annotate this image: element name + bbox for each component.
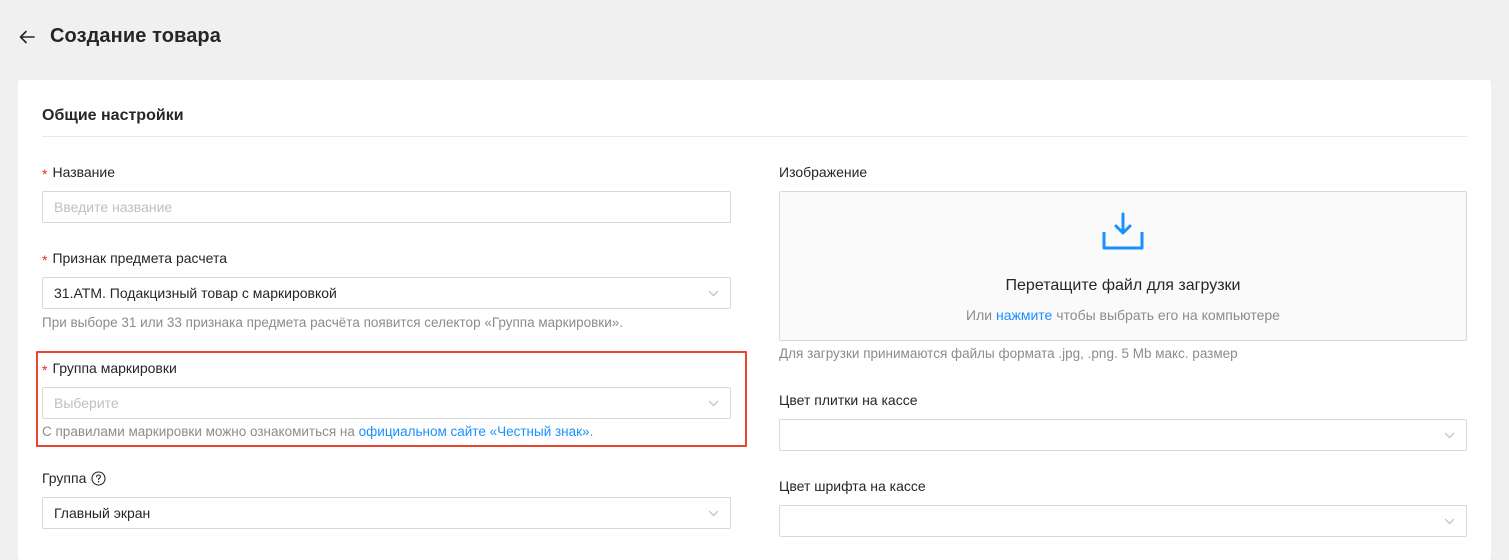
upload-title: Перетащите файл для загрузки: [1005, 277, 1241, 294]
name-label-text: Название: [52, 164, 116, 180]
chevron-down-icon: [707, 507, 719, 519]
image-upload-dropzone[interactable]: Перетащите файл для загрузки Или нажмите…: [779, 191, 1467, 341]
marking-group-label-text: Группа маркировки: [52, 360, 177, 376]
payment-subject-label: * Признак предмета расчета: [42, 250, 228, 268]
image-label: Изображение: [779, 164, 868, 180]
upload-subtitle: Или нажмите чтобы выбрать его на компьют…: [780, 307, 1466, 323]
font-color-select[interactable]: [779, 505, 1467, 537]
group-label: Группа: [42, 470, 106, 486]
marking-group-select[interactable]: Выберите: [42, 387, 731, 419]
arrow-left-icon: [19, 30, 35, 44]
name-label: * Название: [42, 164, 116, 182]
required-marker: *: [42, 166, 48, 182]
payment-subject-label-text: Признак предмета расчета: [52, 250, 228, 266]
group-select[interactable]: Главный экран: [42, 497, 731, 529]
section-title: Общие настройки: [42, 107, 184, 124]
payment-subject-select[interactable]: 31.ATM. Подакцизный товар с маркировкой: [42, 277, 731, 309]
marking-group-label: * Группа маркировки: [42, 360, 177, 378]
marking-group-hint-prefix: С правилами маркировки можно ознакомитьс…: [42, 424, 359, 439]
chestny-znak-link[interactable]: официальном сайте «Честный знак»: [359, 424, 590, 439]
name-input[interactable]: [42, 191, 731, 223]
settings-card: Общие настройки * Название * Признак пре…: [18, 80, 1491, 560]
question-circle-icon[interactable]: [91, 470, 106, 486]
download-tray-icon: [1102, 212, 1144, 250]
payment-subject-value: 31.ATM. Подакцизный товар с маркировкой: [54, 285, 337, 301]
chevron-down-icon: [707, 287, 719, 299]
page-title: Создание товара: [50, 25, 221, 47]
image-hint: Для загрузки принимаются файлы формата .…: [779, 346, 1238, 361]
marking-group-placeholder: Выберите: [54, 395, 119, 411]
payment-subject-hint: При выборе 31 или 33 признака предмета р…: [42, 315, 624, 330]
group-label-text: Группа: [42, 470, 87, 486]
marking-group-hint-suffix: .: [589, 424, 594, 439]
chevron-down-icon: [1443, 515, 1455, 527]
required-marker: *: [42, 252, 48, 268]
font-color-label: Цвет шрифта на кассе: [779, 478, 926, 494]
chevron-down-icon: [1443, 429, 1455, 441]
section-divider: [42, 136, 1467, 137]
group-value: Главный экран: [54, 505, 151, 521]
required-marker: *: [42, 362, 48, 378]
upload-sub-prefix: Или: [966, 307, 996, 323]
upload-click-link[interactable]: нажмите: [996, 307, 1052, 323]
tile-color-label: Цвет плитки на кассе: [779, 392, 918, 408]
upload-sub-suffix: чтобы выбрать его на компьютере: [1052, 307, 1280, 323]
page-header: Создание товара: [0, 0, 1509, 80]
marking-group-hint: С правилами маркировки можно ознакомитьс…: [42, 424, 593, 439]
tile-color-select[interactable]: [779, 419, 1467, 451]
chevron-down-icon: [707, 397, 719, 409]
back-button[interactable]: [16, 26, 38, 48]
